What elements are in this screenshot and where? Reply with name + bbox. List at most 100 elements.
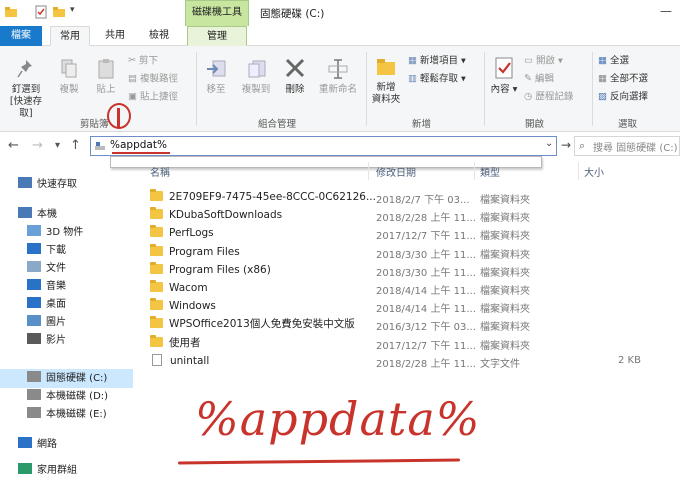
group-label-new: 新增 — [412, 119, 432, 130]
file-row[interactable]: 2E709EF9-7475-45ee-8CCC-0C62126... — [150, 188, 376, 206]
nav-item[interactable]: 本機 — [18, 206, 57, 224]
file-row[interactable]: PerfLogs — [150, 224, 214, 242]
tab-home[interactable]: 常用 — [50, 26, 90, 46]
file-row[interactable]: Program Files (x86) — [150, 261, 271, 279]
file-row[interactable]: Wacom — [150, 279, 208, 297]
paste-button[interactable]: 貼上 — [92, 58, 120, 96]
open-label: 開啟 — [536, 55, 556, 67]
invert-selection-button[interactable]: ▧ 反向選擇 — [598, 90, 648, 105]
up-arrow-icon[interactable]: ↑ — [70, 138, 81, 153]
context-tab-drive-tools: 磁碟機工具 — [185, 0, 249, 26]
go-arrow-icon[interactable]: → — [561, 138, 571, 152]
move-to-button[interactable]: 移至 — [202, 58, 230, 96]
nav-item[interactable]: 影片 — [27, 332, 66, 350]
cut-button[interactable]: ✂ 剪下 — [128, 54, 158, 69]
address-input-text[interactable]: %appdat% — [110, 139, 167, 151]
nav-item[interactable]: 快速存取 — [18, 176, 77, 194]
file-name: KDubaSoftDownloads — [169, 209, 283, 222]
select-none-button[interactable]: ▦ 全部不選 — [598, 72, 648, 87]
properties-quick-icon[interactable] — [34, 5, 48, 19]
file-type: 檔案資料夾 — [480, 286, 530, 297]
edit-icon: ✎ — [524, 73, 532, 84]
picture-icon — [27, 315, 41, 326]
nav-item[interactable]: 文件 — [27, 260, 66, 278]
new-folder-quick-icon[interactable] — [52, 5, 66, 19]
copy-to-icon — [248, 60, 266, 78]
tab-share[interactable]: 共用 — [96, 26, 134, 46]
file-row[interactable]: KDubaSoftDownloads — [150, 206, 282, 224]
recent-locations-chevron-icon[interactable]: ▾ — [55, 140, 60, 151]
nav-item[interactable]: 圖片 — [27, 314, 66, 332]
rename-button[interactable]: 重新命名 — [314, 58, 362, 96]
nav-item[interactable]: 固態硬碟 (C:) — [27, 370, 107, 388]
group-label-clipboard: 剪貼簿 — [80, 119, 109, 130]
nav-item[interactable]: 家用群組 — [18, 462, 77, 480]
nav-item[interactable]: 音樂 — [27, 278, 66, 296]
history-label: 歷程記錄 — [535, 91, 574, 103]
desktop-icon — [27, 297, 41, 308]
tab-view[interactable]: 檢視 — [140, 26, 178, 46]
column-divider[interactable] — [578, 162, 579, 180]
paste-shortcut-button[interactable]: ▣ 貼上捷徑 — [128, 90, 178, 105]
nav-item-label: 快速存取 — [37, 179, 77, 190]
file-name: Wacom — [169, 282, 208, 294]
column-header-type[interactable]: 類型 — [480, 164, 500, 179]
scissors-icon: ✂ — [128, 55, 136, 66]
column-header-date[interactable]: 修改日期 — [376, 164, 416, 179]
tab-file[interactable]: 檔案 — [0, 26, 42, 46]
properties-button[interactable]: 內容 ▾ — [488, 56, 520, 96]
file-row[interactable]: Windows — [150, 297, 216, 315]
address-dropdown-chevron-icon[interactable]: ⌄ — [545, 138, 553, 149]
group-label-organize: 組合管理 — [258, 119, 297, 130]
file-type: 檔案資料夾 — [480, 322, 530, 334]
file-name: 2E709EF9-7475-45ee-8CCC-0C62126... — [169, 191, 376, 203]
pin-quick-access-button[interactable]: 釘選到 [快速存取] — [4, 58, 48, 120]
column-header-size[interactable]: 大小 — [584, 164, 604, 179]
nav-item[interactable]: 桌面 — [27, 296, 66, 314]
file-row[interactable]: Program Files — [150, 243, 240, 261]
column-header-name[interactable]: 名稱 — [150, 164, 170, 179]
file-row[interactable]: 使用者 — [150, 334, 201, 352]
delete-button[interactable]: 刪除 — [281, 56, 309, 96]
new-item-button[interactable]: ▦ 新增項目 ▾ — [408, 54, 466, 69]
nav-item[interactable]: 本機磁碟 (D:) — [27, 388, 108, 406]
copy-to-button[interactable]: 複製到 — [240, 58, 272, 96]
file-date: 2016/3/12 下午 03... — [376, 322, 476, 334]
nav-item-label: 本機磁碟 (E:) — [46, 409, 107, 420]
address-annotation-underline — [112, 152, 170, 154]
forward-arrow-icon[interactable]: → — [32, 138, 43, 153]
nav-item[interactable]: 3D 物件 — [27, 224, 83, 242]
customize-toolbar-icon[interactable]: ▾ — [70, 5, 75, 15]
nav-item[interactable]: 網路 — [18, 436, 57, 454]
pin-icon — [17, 60, 32, 78]
edit-button[interactable]: ✎ 編輯 — [524, 72, 554, 87]
minimize-icon[interactable]: — — [660, 4, 672, 18]
column-divider[interactable] — [368, 162, 369, 180]
easy-access-button[interactable]: ▥ 輕鬆存取 ▾ — [408, 72, 466, 87]
select-all-button[interactable]: ▦ 全選 — [598, 54, 629, 69]
download-icon — [27, 243, 41, 254]
move-to-label: 移至 — [206, 84, 226, 95]
drive-icon — [27, 371, 41, 382]
tab-manage[interactable]: 管理 — [187, 26, 247, 46]
cut-label: 剪下 — [139, 55, 159, 67]
nav-item[interactable]: 本機磁碟 (E:) — [27, 406, 107, 424]
copy-path-button[interactable]: ▤ 複製路徑 — [128, 72, 178, 87]
open-button[interactable]: ▭ 開啟 ▾ — [524, 54, 563, 69]
nav-item[interactable]: 下載 — [27, 242, 66, 260]
copy-button[interactable]: 複製 — [55, 58, 83, 96]
new-folder-button[interactable]: 新增 資料夾 — [368, 56, 404, 106]
history-button[interactable]: ◷ 歷程記錄 — [524, 90, 573, 105]
drive-icon — [27, 389, 41, 400]
select-all-label: 全選 — [610, 55, 630, 67]
video-icon — [27, 333, 41, 344]
file-date: 2018/2/28 上午 11... — [376, 358, 476, 370]
folder-icon — [150, 280, 163, 292]
folder-icon — [150, 189, 163, 201]
folder-icon — [150, 207, 163, 220]
file-row[interactable]: unintall — [150, 352, 209, 370]
file-row[interactable]: WPSOffice2013個人免費免安裝中文版 — [150, 315, 355, 333]
column-divider[interactable] — [474, 162, 475, 180]
back-arrow-icon[interactable]: ← — [8, 138, 19, 153]
open-icon: ▭ — [524, 55, 533, 66]
